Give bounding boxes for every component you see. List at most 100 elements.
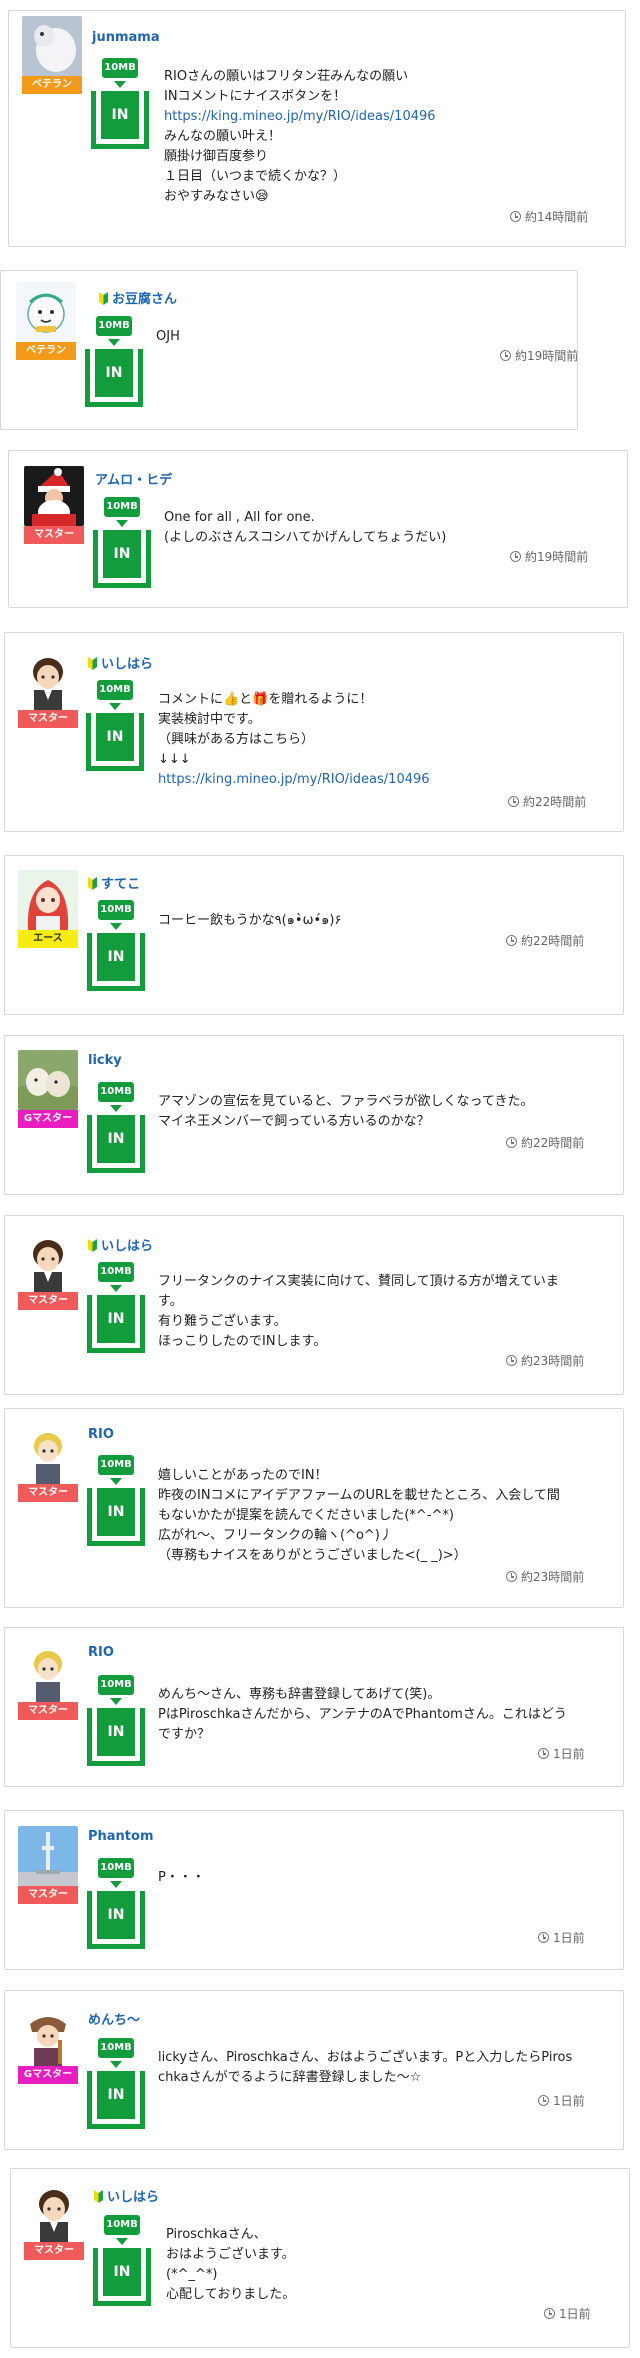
comment-text: アマゾンの宣伝を見ていると、ファラベラが欲しくなってきた。 マイネ王メンバーで飼っ… [158,1092,533,1132]
comment-link[interactable]: https://king.mineo.jp/my/RIO/ideas/10496 [164,107,436,127]
user-avatar-block[interactable]: マスター [24,466,84,544]
comment-text: Piroschkaさん、 おはようございます。 (*^_^*) 心配しておりました。 [166,2225,295,2305]
timestamp: 約23時間前 [506,1352,584,1369]
rank-badge: マスター [18,1484,78,1502]
rank-badge: マスター [18,710,78,728]
data-amount-badge: 10MB [98,1858,134,1878]
rank-badge: ベテラン [22,76,82,94]
user-avatar-block[interactable]: マスター [18,650,78,728]
in-box-icon: IN [87,933,145,991]
comment-text: コメントに👍と🎁を贈れるように！ 実装検討中です。 （興味がある方はこちら） ↓↓↓ h… [158,690,430,790]
down-arrow-icon [109,703,121,710]
avatar[interactable] [16,282,76,342]
in-box-icon: IN [87,1295,145,1353]
avatar[interactable] [18,2006,78,2066]
username-link[interactable]: アムロ・ヒデ [95,469,172,488]
username-link[interactable]: すてこ [88,873,140,892]
timestamp-label: 約19時間前 [515,349,579,363]
user-avatar-block[interactable]: エース [18,870,78,948]
comment-line: 願掛け御百度参り [164,149,269,164]
comment-text: コーヒー飲もうかな٩(๑•̀ω•́๑)۶ [158,911,341,931]
data-amount-badge: 10MB [98,1675,134,1695]
user-avatar-block[interactable]: ベテラン [16,282,76,360]
clock-icon [538,1748,549,1759]
user-avatar-block[interactable]: マスター [18,1642,78,1720]
comment-line: PはPiroschkaさんだから、アンテナのAでPhantomさん。これはどう [158,1707,567,1722]
rank-badge: Gマスター [18,2066,78,2084]
username-label: アムロ・ヒデ [95,473,173,488]
comment-line: 心配しておりました。 [166,2287,296,2302]
username-link[interactable]: お豆腐さん [99,288,177,307]
avatar[interactable] [18,1232,78,1292]
timestamp: 1日前 [544,2305,591,2322]
down-arrow-icon [110,1881,122,1888]
username-link[interactable]: Phantom [88,1829,154,1844]
username-link[interactable]: めんち〜 [88,2009,140,2028]
avatar[interactable] [22,16,82,76]
username-link[interactable]: RIO [88,1645,114,1660]
comment-text: P・・・ [158,1868,205,1888]
down-arrow-icon [108,339,120,346]
timestamp-label: 約23時間前 [521,1354,585,1368]
clock-icon [506,1571,517,1582]
avatar[interactable] [18,1826,78,1886]
username-link[interactable]: junmama [92,30,160,45]
user-avatar-block[interactable]: マスター [18,1232,78,1310]
timestamp: 約22時間前 [506,932,584,949]
timestamp: 約14時間前 [510,208,588,225]
in-label: IN [103,2248,141,2296]
comment-line: lickyさん、Piroschkaさん、おはようございます。Pと入力したらPir… [158,2050,573,2065]
data-amount-badge: 10MB [98,900,134,920]
in-box-icon: IN [93,530,151,588]
data-amount-badge: 10MB [98,1455,134,1475]
down-arrow-icon [110,1698,122,1705]
user-avatar-block[interactable]: マスター [24,2182,84,2260]
user-avatar-block[interactable]: マスター [18,1826,78,1904]
beginner-mark-icon [88,1239,97,1252]
avatar[interactable] [24,466,84,526]
clock-icon [506,1355,517,1366]
avatar[interactable] [18,870,78,930]
comment-line: 昨夜のINコメにアイデアファームのURLを載せたところ、入会して間 [158,1488,560,1503]
avatar[interactable] [18,1424,78,1484]
data-amount-badge: 10MB [97,680,133,700]
clock-icon [510,211,521,222]
timestamp-label: 約19時間前 [525,550,589,564]
comment-line: １日目（いつまで続くかな？） [164,169,347,184]
avatar[interactable] [18,650,78,710]
timestamp-label: 約14時間前 [525,210,589,224]
comment-line: （専務もナイスをありがとうございました<(_ _)>） [158,1548,467,1563]
timestamp-label: 約22時間前 [521,934,585,948]
username-link[interactable]: licky [88,1053,122,1068]
user-avatar-block[interactable]: Gマスター [18,1050,78,1128]
username-label: licky [88,1053,122,1068]
username-label: いしはら [101,1239,154,1254]
timestamp: 約22時間前 [506,1134,584,1151]
down-arrow-icon [110,923,122,930]
comment-link[interactable]: https://king.mineo.jp/my/RIO/ideas/10496 [158,770,430,790]
comment-line: おやすみなさい😪 [164,189,269,204]
rank-badge: Gマスター [18,1110,78,1128]
timestamp: 1日前 [538,1929,585,1946]
in-box-icon: IN [87,1708,145,1766]
comment-text: One for all , All for one. (よしのぶさんスコシハてかげ… [164,508,446,548]
username-label: すてこ [101,877,141,892]
beginner-mark-icon [94,2190,103,2203]
comment-line: ↓↓↓ [158,752,191,767]
clock-icon [538,2095,549,2106]
comment-line: おはようございます。 [166,2247,295,2262]
user-avatar-block[interactable]: ベテラン [22,16,82,94]
avatar[interactable] [24,2182,84,2242]
username-link[interactable]: RIO [88,1427,114,1442]
avatar[interactable] [18,1642,78,1702]
in-box-icon: IN [87,1891,145,1949]
username-link[interactable]: いしはら [88,1235,153,1254]
username-link[interactable]: いしはら [94,2186,159,2205]
in-label: IN [97,933,135,981]
user-avatar-block[interactable]: Gマスター [18,2006,78,2084]
rank-badge: マスター [24,526,84,544]
in-label: IN [97,1115,135,1163]
user-avatar-block[interactable]: マスター [18,1424,78,1502]
avatar[interactable] [18,1050,78,1110]
username-link[interactable]: いしはら [88,653,153,672]
